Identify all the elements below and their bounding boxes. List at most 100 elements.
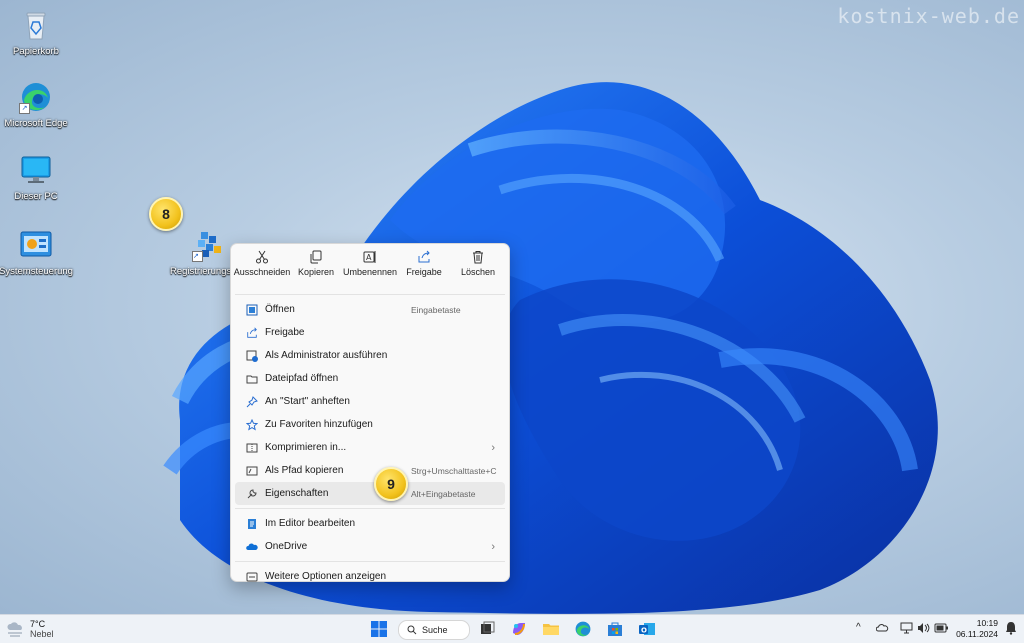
path-icon	[245, 464, 259, 478]
volume-icon[interactable]	[917, 622, 930, 637]
clock-time: 10:19	[976, 618, 998, 628]
menu-item-label: Freigabe	[265, 327, 305, 338]
open-app-icon	[245, 303, 259, 317]
store-icon	[608, 622, 622, 636]
more-options-icon	[245, 570, 259, 584]
rename-label: Umbenennen	[342, 267, 398, 277]
menu-item-label: Eigenschaften	[265, 488, 329, 499]
task-view-icon	[481, 621, 495, 634]
menu-item-label: Als Pfad kopieren	[265, 465, 344, 476]
menu-item-run-as-admin[interactable]: Als Administrator ausführen	[235, 344, 505, 367]
folder-icon	[543, 624, 559, 635]
battery-icon[interactable]	[934, 622, 949, 637]
share-icon	[418, 250, 430, 263]
shortcut-arrow-icon: ↗	[19, 103, 30, 114]
fog-cloud-icon	[7, 622, 22, 637]
shortcut-arrow-icon: ↗	[192, 251, 203, 262]
weather-condition: Nebel	[30, 629, 54, 639]
onedrive-cloud-icon	[245, 540, 259, 554]
monitor-icon	[19, 153, 53, 187]
menu-item-label: OneDrive	[265, 541, 308, 552]
menu-item-onedrive[interactable]: OneDrive ›	[235, 535, 505, 558]
clock-date: 06.11.2024	[956, 629, 998, 639]
rename-icon: A	[363, 251, 376, 263]
delete-button[interactable]: Löschen	[452, 250, 504, 292]
menu-item-add-to-favorites[interactable]: Zu Favoriten hinzufügen	[235, 413, 505, 436]
menu-divider	[235, 561, 505, 562]
desktop-icon-this-pc[interactable]: Dieser PC	[0, 153, 75, 202]
desktop-icon-label: Dieser PC	[14, 191, 58, 202]
menu-item-share[interactable]: Freigabe	[235, 321, 505, 344]
windows-logo-icon	[371, 621, 387, 637]
watermark: kostnix-web.de	[837, 4, 1020, 28]
edge-icon	[575, 621, 591, 637]
menu-item-shortcut: Alt+Eingabetaste	[411, 488, 476, 499]
pin-icon	[245, 395, 259, 409]
desktop-icon-recycle-bin[interactable]: Papierkorb	[0, 8, 75, 57]
menu-item-open[interactable]: Öffnen Eingabetaste	[235, 298, 505, 321]
file-explorer-button[interactable]	[542, 620, 560, 638]
menu-item-compress[interactable]: Komprimieren in... ›	[235, 436, 505, 459]
chevron-right-icon: ›	[491, 540, 495, 553]
weather-widget[interactable]: 7°C Nebel	[6, 619, 54, 639]
desktop-icon-label: Papierkorb	[13, 46, 59, 57]
menu-item-label: Komprimieren in...	[265, 442, 347, 453]
menu-item-copy-as-path[interactable]: Als Pfad kopieren Strg+Umschalttaste+C	[235, 459, 505, 482]
copilot-button[interactable]	[510, 620, 528, 638]
menu-item-label: Als Administrator ausführen	[265, 350, 388, 361]
menu-item-pin-to-start[interactable]: An "Start" anheften	[235, 390, 505, 413]
edge-taskbar-button[interactable]	[574, 620, 592, 638]
desktop-icon-label: Systemsteuerung	[0, 266, 73, 277]
desktop-icon-control-panel[interactable]: Systemsteuerung	[0, 228, 75, 277]
store-button[interactable]	[606, 620, 624, 638]
share-label: Freigabe	[406, 267, 442, 277]
cut-button[interactable]: Ausschneiden	[233, 250, 291, 292]
menu-item-show-more-options[interactable]: Weitere Optionen anzeigen	[235, 565, 505, 588]
cut-label: Ausschneiden	[233, 267, 291, 277]
outlook-button[interactable]: O	[638, 620, 656, 638]
svg-text:A: A	[366, 253, 372, 262]
chevron-right-icon: ›	[491, 441, 495, 454]
delete-label: Löschen	[460, 267, 496, 277]
tray-overflow-chevron-icon[interactable]: ^	[856, 622, 861, 633]
scissors-icon	[256, 250, 268, 264]
menu-item-edit-in-editor[interactable]: Im Editor bearbeiten	[235, 512, 505, 535]
menu-item-label: Weitere Optionen anzeigen	[265, 571, 387, 582]
svg-text:O: O	[641, 627, 647, 635]
step-badge-9: 9	[374, 467, 408, 501]
rename-button[interactable]: A Umbenennen	[342, 250, 398, 292]
wrench-icon	[245, 487, 259, 501]
clock[interactable]: 10:19 06.11.2024	[956, 618, 998, 640]
recycle-bin-icon	[19, 8, 53, 42]
step-badge-8: 8	[149, 197, 183, 231]
menu-item-shortcut: Strg+Umschalttaste+C	[411, 465, 497, 476]
search-icon	[407, 625, 417, 635]
copilot-icon	[513, 623, 525, 635]
registry-editor-icon: ↗	[192, 228, 226, 262]
outlook-icon: O	[639, 623, 655, 635]
copy-icon	[310, 250, 322, 264]
taskbar-search[interactable]: Suche	[398, 620, 470, 640]
weather-temp: 7°C	[30, 619, 46, 629]
onedrive-tray-icon[interactable]	[875, 622, 890, 637]
task-view-button[interactable]	[478, 620, 496, 638]
menu-item-open-file-location[interactable]: Dateipfad öffnen	[235, 367, 505, 390]
start-button[interactable]	[370, 620, 388, 638]
copy-label: Kopieren	[297, 267, 335, 277]
menu-item-label: An "Start" anheften	[265, 396, 350, 407]
menu-item-properties[interactable]: Eigenschaften Alt+Eingabetaste	[235, 482, 505, 505]
share-button[interactable]: Freigabe	[398, 250, 450, 292]
network-icon[interactable]	[900, 622, 913, 637]
desktop: kostnix-web.de	[0, 0, 1024, 614]
context-menu: Ausschneiden Kopieren A Umbenennen Freig…	[230, 243, 510, 582]
zip-folder-icon	[245, 441, 259, 455]
menu-item-label: Dateipfad öffnen	[265, 373, 339, 384]
copy-button[interactable]: Kopieren	[290, 250, 342, 292]
desktop-icon-edge[interactable]: ↗ Microsoft Edge	[0, 80, 75, 129]
edge-icon: ↗	[19, 80, 53, 114]
notification-bell-icon[interactable]	[1005, 621, 1017, 638]
quick-action-bar: Ausschneiden Kopieren A Umbenennen Freig…	[231, 244, 509, 292]
taskbar: 7°C Nebel Suche O ^ 10:19 06.11.2024	[0, 614, 1024, 643]
star-icon	[245, 418, 259, 432]
menu-item-label: Zu Favoriten hinzufügen	[265, 419, 373, 430]
